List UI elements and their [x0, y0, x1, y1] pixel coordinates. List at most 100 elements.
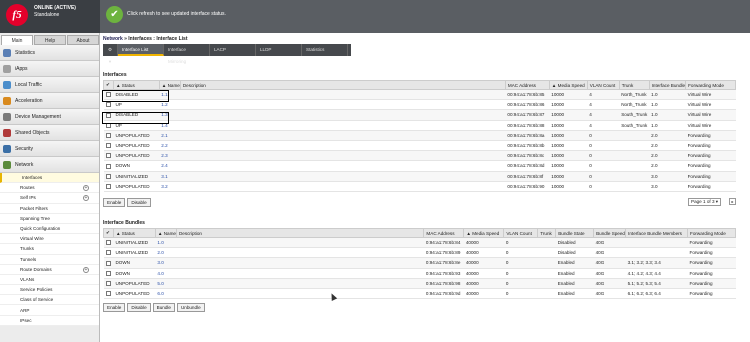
next-page-icon[interactable]: ▸: [729, 198, 736, 205]
row-select-cell: [103, 237, 114, 249]
table-cell: 1.0: [649, 109, 686, 121]
add-icon[interactable]: +: [83, 185, 89, 192]
tab-interface-list[interactable]: Interface List: [118, 44, 164, 56]
column-header[interactable]: Trunk: [618, 80, 650, 90]
column-header[interactable]: Forwarding Mode: [687, 228, 736, 238]
table-cell[interactable]: 5.0: [155, 278, 177, 289]
row-checkbox[interactable]: [105, 173, 111, 179]
sidebar-subitem-arp[interactable]: ARP: [0, 305, 99, 316]
column-header[interactable]: MAC Address: [504, 80, 550, 90]
unbundle-button[interactable]: Unbundle: [176, 303, 205, 312]
page-select[interactable]: Page 1 of 3 ▾: [688, 198, 722, 206]
table-cell: 4: [587, 89, 620, 101]
row-checkbox[interactable]: [105, 250, 111, 256]
row-checkbox[interactable]: [105, 143, 111, 149]
row-select-cell: [103, 160, 114, 172]
sidebar-subitem-class-of-service[interactable]: Class of Service: [0, 295, 99, 306]
sidebar-subitem-route-domains[interactable]: Route Domains +: [0, 264, 99, 275]
tab-about[interactable]: About: [67, 35, 99, 45]
column-header[interactable]: Interface Bundle Members: [625, 228, 689, 238]
tab-help[interactable]: Help: [34, 35, 66, 45]
add-icon[interactable]: +: [83, 266, 89, 273]
sidebar-subitem-virtual-wire[interactable]: Virtual Wire: [0, 234, 99, 245]
column-header[interactable]: ▲ Name: [154, 228, 177, 238]
column-header[interactable]: VLAN Count: [503, 228, 539, 238]
row-select-cell: [103, 268, 114, 279]
table-cell[interactable]: 3.2: [159, 181, 181, 192]
disable-button[interactable]: Disable: [127, 303, 151, 312]
column-header[interactable]: VLAN Count: [586, 80, 620, 90]
sidebar-subitem-interfaces[interactable]: Interfaces: [0, 173, 99, 184]
sidebar-subitem-service-policies[interactable]: Service Policies: [0, 285, 99, 296]
table-cell: 00:94:a1:78:6b:85: [505, 89, 550, 101]
sidebar-subitem-ipsec[interactable]: IPsec: [0, 315, 99, 326]
table-row: UNINITIALIZED 2.0 0:94:a1:78:6b:89 40000 0 Di…: [103, 247, 736, 259]
sidebar-subitem-tunnels[interactable]: Tunnels: [0, 254, 99, 265]
column-header[interactable]: Interface Bundle: [648, 80, 687, 90]
bundle-button[interactable]: Bundle: [152, 303, 175, 312]
column-header[interactable]: Description: [179, 80, 506, 90]
column-header[interactable]: ✔: [103, 228, 114, 238]
sidebar-item-shared-objects[interactable]: Shared Objects: [0, 125, 99, 141]
table-cell[interactable]: 2.4: [159, 160, 181, 172]
table-cell[interactable]: 3.1: [159, 171, 181, 182]
row-checkbox[interactable]: [105, 183, 111, 189]
table-cell[interactable]: 2.0: [155, 247, 177, 259]
column-header[interactable]: ▲ Media Speed: [463, 228, 505, 238]
tab-interface-mirroring[interactable]: Interface Mirroring: [164, 44, 210, 64]
breadcrumb-network[interactable]: Network: [103, 36, 123, 42]
row-checkbox[interactable]: [105, 270, 111, 276]
row-checkbox[interactable]: [105, 163, 111, 169]
row-checkbox[interactable]: [105, 102, 111, 108]
column-header[interactable]: Description: [175, 228, 425, 238]
row-checkbox[interactable]: [105, 132, 111, 138]
tab-main[interactable]: Main: [1, 35, 33, 45]
sidebar-item-local-traffic[interactable]: Local Traffic: [0, 77, 99, 93]
sidebar-item-network[interactable]: Network: [0, 157, 99, 173]
sidebar-subitem-spanning-tree[interactable]: Spanning Tree: [0, 213, 99, 224]
tab-lacp[interactable]: LACP: [210, 44, 256, 56]
sidebar-subitem-quick-configuration[interactable]: Quick Configuration: [0, 223, 99, 235]
table-cell[interactable]: 4.0: [155, 268, 177, 279]
row-checkbox[interactable]: [105, 260, 111, 266]
column-header[interactable]: ▲ Status: [112, 80, 160, 90]
add-icon[interactable]: +: [83, 195, 89, 202]
status-message[interactable]: Click refresh to see updated interface s…: [127, 11, 226, 17]
sidebar-item-statistics[interactable]: Statistics: [0, 45, 99, 61]
tab-lldp[interactable]: LLDP: [256, 44, 302, 56]
enable-button[interactable]: Enable: [103, 303, 126, 312]
column-header[interactable]: Trunk: [537, 228, 557, 238]
enable-button[interactable]: Enable: [103, 198, 126, 207]
sidebar-item-acceleration[interactable]: Acceleration: [0, 93, 99, 109]
column-header[interactable]: ▲ Status: [112, 228, 156, 238]
column-header[interactable]: ✔: [103, 80, 114, 90]
row-checkbox[interactable]: [105, 240, 111, 246]
table-cell[interactable]: 3.0: [155, 257, 177, 269]
sidebar-item-security[interactable]: Security: [0, 141, 99, 157]
column-header[interactable]: Forwarding Mode: [685, 80, 736, 90]
sidebar-subitem-routes[interactable]: Routes +: [0, 183, 99, 194]
column-header[interactable]: Bundle State: [555, 228, 595, 238]
column-header[interactable]: ▲ Media Speed: [548, 80, 588, 90]
tab-statistics[interactable]: Statistics: [302, 44, 348, 56]
table-cell: 00:94:a1:78:6b:87: [505, 109, 550, 121]
disable-button[interactable]: Disable: [127, 198, 151, 207]
table-cell[interactable]: 2.2: [159, 140, 181, 152]
column-header[interactable]: ▲ Name: [158, 80, 181, 90]
sidebar-subitem-vlans[interactable]: VLANs: [0, 274, 99, 286]
row-checkbox[interactable]: [105, 280, 111, 286]
column-header[interactable]: MAC Address: [423, 228, 465, 238]
table-cell[interactable]: 2.1: [159, 130, 181, 141]
table-cell[interactable]: 2.3: [159, 150, 181, 162]
column-header[interactable]: Bundle Speed: [593, 228, 627, 238]
sidebar-subitem-trunks[interactable]: Trunks: [0, 244, 99, 255]
sidebar-subitem-packet-filters[interactable]: Packet Filters: [0, 203, 99, 214]
row-checkbox[interactable]: [105, 153, 111, 159]
table-cell[interactable]: 6.0: [155, 288, 177, 300]
sidebar-subitem-self-ips[interactable]: Self IPs +: [0, 193, 99, 204]
table-cell[interactable]: 1.0: [155, 237, 177, 249]
sidebar-item-iapps[interactable]: iApps: [0, 61, 99, 77]
sidebar-item-device-management[interactable]: Device Management: [0, 109, 99, 125]
gear-icon[interactable]: ⚙ ▾: [103, 44, 118, 64]
row-checkbox[interactable]: [105, 291, 111, 297]
